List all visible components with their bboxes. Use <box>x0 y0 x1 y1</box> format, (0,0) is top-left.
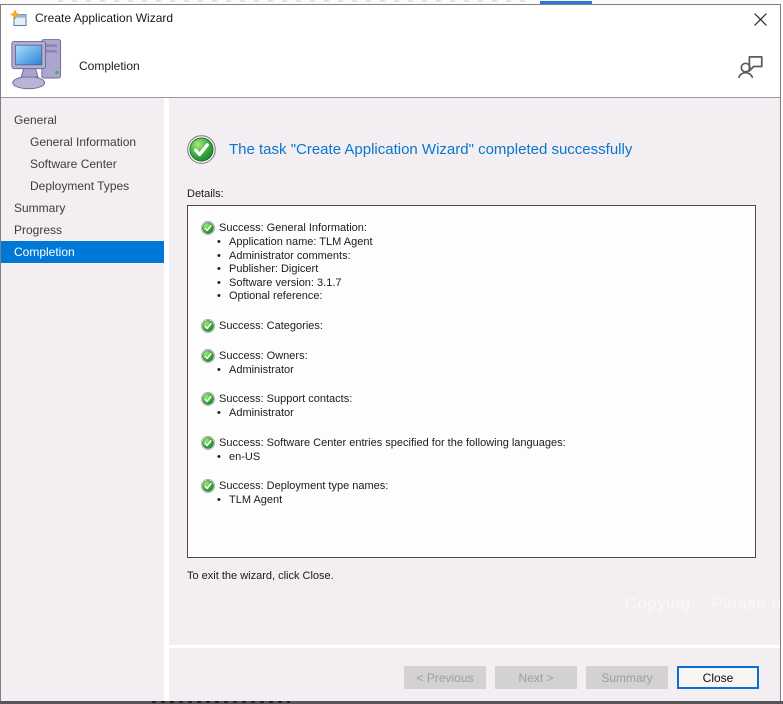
details-label: Details: <box>187 188 780 200</box>
detail-item: Administrator <box>201 407 745 420</box>
sidebar-item-software-center[interactable]: Software Center <box>1 153 164 175</box>
green-check-icon <box>201 392 215 406</box>
section-head: Success: Deployment type names: <box>201 480 745 493</box>
result-section-categories: Success: Categories: <box>201 320 745 333</box>
status-row: The task "Create Application Wizard" com… <box>187 135 780 164</box>
result-section-software-center-languages: Success: Software Center entries specifi… <box>201 437 745 464</box>
wizard-header: Completion <box>1 31 780 98</box>
wizard-footer: < Previous Next > Summary Close <box>169 648 780 701</box>
section-title: Success: Support contacts: <box>219 393 352 406</box>
section-title: Success: Categories: <box>219 320 323 333</box>
detail-item: Administrator comments: <box>201 250 745 263</box>
section-head: Success: Software Center entries specifi… <box>201 437 745 450</box>
green-check-icon <box>201 479 215 493</box>
feedback-person-icon <box>737 52 765 80</box>
green-check-icon <box>201 319 215 333</box>
sidebar-item-deployment-types[interactable]: Deployment Types <box>1 175 164 197</box>
green-check-icon <box>201 221 215 235</box>
completion-content: The task "Create Application Wizard" com… <box>169 98 780 645</box>
main-column: The task "Create Application Wizard" com… <box>169 98 780 701</box>
sidebar-item-summary[interactable]: Summary <box>1 197 164 219</box>
wizard-steps-sidebar: General General Information Software Cen… <box>1 98 164 701</box>
sidebar-item-general-information[interactable]: General Information <box>1 131 164 153</box>
summary-button[interactable]: Summary <box>586 666 668 689</box>
close-window-button[interactable] <box>751 9 771 29</box>
detail-item: TLM Agent <box>201 494 745 507</box>
create-application-wizard-window: Create Application Wizard Completion Gen… <box>0 4 781 702</box>
background-text-fragment <box>58 0 528 2</box>
green-check-icon <box>187 135 216 164</box>
detail-item: en-US <box>201 451 745 464</box>
close-x-icon <box>754 13 767 26</box>
detail-item: Administrator <box>201 364 745 377</box>
window-title: Create Application Wizard <box>35 11 173 25</box>
details-panel: Success: General Information: Applicatio… <box>187 205 756 558</box>
green-check-icon <box>201 436 215 450</box>
section-title: Success: Owners: <box>219 350 308 363</box>
titlebar[interactable]: Create Application Wizard <box>1 5 780 31</box>
wizard-step-title: Completion <box>79 59 140 73</box>
wizard-body: General General Information Software Cen… <box>1 98 780 701</box>
sidebar-item-progress[interactable]: Progress <box>1 219 164 241</box>
sidebar-item-general[interactable]: General <box>1 109 164 131</box>
background-text-fragment <box>152 701 290 703</box>
previous-button[interactable]: < Previous <box>404 666 486 689</box>
sidebar-item-completion[interactable]: Completion <box>1 241 164 263</box>
copying-watermark: Copying... Please try <box>625 594 781 614</box>
result-section-owners: Success: Owners: Administrator <box>201 350 745 377</box>
feedback-button[interactable] <box>737 52 765 80</box>
wizard-window-icon <box>10 10 27 27</box>
section-title: Success: Deployment type names: <box>219 480 388 493</box>
section-title: Success: General Information: <box>219 222 367 235</box>
green-check-icon <box>201 349 215 363</box>
result-section-general-information: Success: General Information: Applicatio… <box>201 222 745 303</box>
detail-item: Publisher: Digicert <box>201 263 745 276</box>
section-head: Success: Support contacts: <box>201 393 745 406</box>
result-section-support-contacts: Success: Support contacts: Administrator <box>201 393 745 420</box>
detail-item: Application name: TLM Agent <box>201 236 745 249</box>
result-section-deployment-type-names: Success: Deployment type names: TLM Agen… <box>201 480 745 507</box>
section-head: Success: General Information: <box>201 222 745 235</box>
section-head: Success: Owners: <box>201 350 745 363</box>
close-wizard-button[interactable]: Close <box>677 666 759 689</box>
section-head: Success: Categories: <box>201 320 745 333</box>
detail-item: Software version: 3.1.7 <box>201 277 745 290</box>
exit-hint-text: To exit the wizard, click Close. <box>187 570 780 582</box>
section-title: Success: Software Center entries specifi… <box>219 437 566 450</box>
computer-icon <box>9 33 69 93</box>
detail-item: Optional reference: <box>201 290 745 303</box>
next-button[interactable]: Next > <box>495 666 577 689</box>
status-heading: The task "Create Application Wizard" com… <box>229 141 632 158</box>
